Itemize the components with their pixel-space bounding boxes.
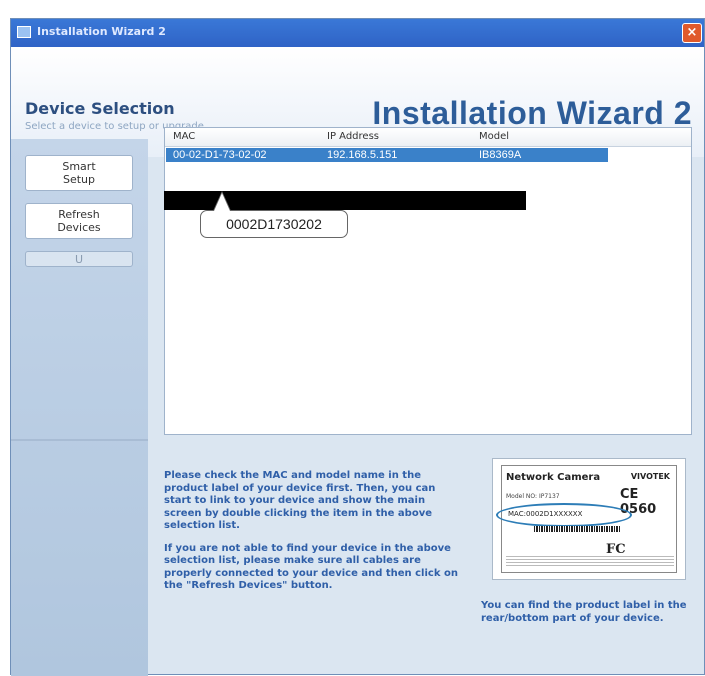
refresh-devices-label: Refresh Devices bbox=[57, 208, 101, 234]
smart-setup-button[interactable]: Smart Setup bbox=[25, 155, 133, 191]
title-bar[interactable]: Installation Wizard 2 × bbox=[11, 19, 704, 47]
column-header-mac[interactable]: MAC bbox=[173, 131, 195, 142]
instructions-para-1: Please check the MAC and model name in t… bbox=[164, 470, 436, 531]
page-heading: Device Selection bbox=[25, 99, 175, 118]
label-caption: You can find the product label in the re… bbox=[481, 600, 687, 624]
close-button[interactable]: × bbox=[682, 23, 702, 43]
label-model: Model NO: IP7137 bbox=[506, 493, 560, 500]
column-header-model[interactable]: Model bbox=[479, 131, 509, 142]
callout-pointer bbox=[214, 193, 230, 211]
upgrade-label: U bbox=[74, 252, 84, 266]
device-mac: 00-02-D1-73-02-02 bbox=[173, 149, 267, 161]
list-header: MAC IP Address Model bbox=[165, 128, 691, 147]
close-icon: × bbox=[686, 25, 698, 40]
barcode bbox=[534, 526, 620, 532]
instructions-para-2: If you are not able to find your device … bbox=[164, 542, 458, 592]
instructions-text: Please check the MAC and model name in t… bbox=[164, 470, 464, 603]
app-icon bbox=[17, 26, 31, 38]
product-label: Network Camera VIVOTEK Model NO: IP7137 … bbox=[496, 465, 677, 573]
device-row[interactable]: 00-02-D1-73-02-02 192.168.5.151 IB8369A bbox=[166, 148, 608, 162]
device-model: IB8369A bbox=[479, 149, 522, 161]
upgrade-button[interactable]: U bbox=[25, 251, 133, 267]
sidebar-divider bbox=[11, 439, 148, 441]
smart-setup-label: Smart Setup bbox=[62, 160, 96, 186]
label-brand: VIVOTEK bbox=[630, 472, 670, 481]
device-list[interactable]: MAC IP Address Model 00-02-D1-73-02-02 1… bbox=[164, 127, 692, 435]
refresh-devices-button[interactable]: Refresh Devices bbox=[25, 203, 133, 239]
mac-callout: 0002D1730202 bbox=[200, 210, 348, 238]
label-title: Network Camera bbox=[506, 472, 601, 483]
device-ip: 192.168.5.151 bbox=[327, 149, 398, 161]
label-mac: MAC:0002D1XXXXXX bbox=[508, 510, 583, 518]
product-label-image: Network Camera VIVOTEK Model NO: IP7137 … bbox=[492, 458, 686, 580]
column-header-ip[interactable]: IP Address bbox=[327, 131, 379, 142]
window-title: Installation Wizard 2 bbox=[37, 25, 166, 38]
sidebar: Smart Setup Refresh Devices U bbox=[11, 139, 148, 676]
label-fine-print bbox=[506, 554, 674, 568]
